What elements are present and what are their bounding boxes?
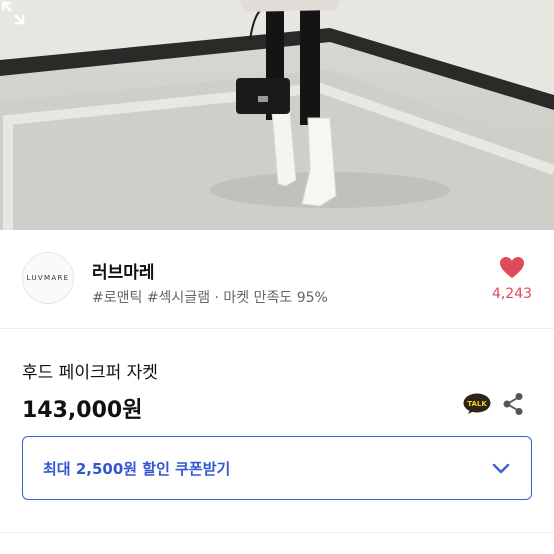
shop-name[interactable]: 러브마레 — [92, 258, 155, 283]
product-photo[interactable] — [0, 0, 554, 230]
coupon-button[interactable]: 최대 2,500원 할인 쿠폰받기 — [22, 436, 532, 500]
section-divider — [0, 328, 554, 329]
like-count: 4,243 — [491, 286, 533, 302]
product-name: 후드 페이크퍼 자켓 — [22, 363, 158, 383]
bottom-divider — [0, 532, 554, 533]
like-button[interactable]: 4,243 — [484, 256, 540, 302]
product-price: 143,000원 — [22, 398, 143, 423]
heart-icon — [500, 257, 524, 278]
expand-icon[interactable] — [0, 0, 26, 26]
share-icon[interactable] — [502, 392, 524, 416]
shop-logo-text: LUVMARE — [26, 274, 70, 282]
product-photo-illustration — [0, 0, 554, 230]
chevron-down-icon — [492, 463, 510, 474]
shop-logo[interactable]: LUVMARE — [22, 252, 74, 304]
shop-tags: #로맨틱 #섹시글램 · 마켓 만족도 95% — [92, 290, 328, 306]
kakao-talk-icon[interactable]: TALK — [463, 393, 491, 415]
coupon-label: 최대 2,500원 할인 쿠폰받기 — [43, 459, 231, 478]
shop-row[interactable]: LUVMARE 러브마레 #로맨틱 #섹시글램 · 마켓 만족도 95% 4,2… — [0, 230, 554, 328]
kakao-talk-label: TALK — [467, 400, 487, 408]
